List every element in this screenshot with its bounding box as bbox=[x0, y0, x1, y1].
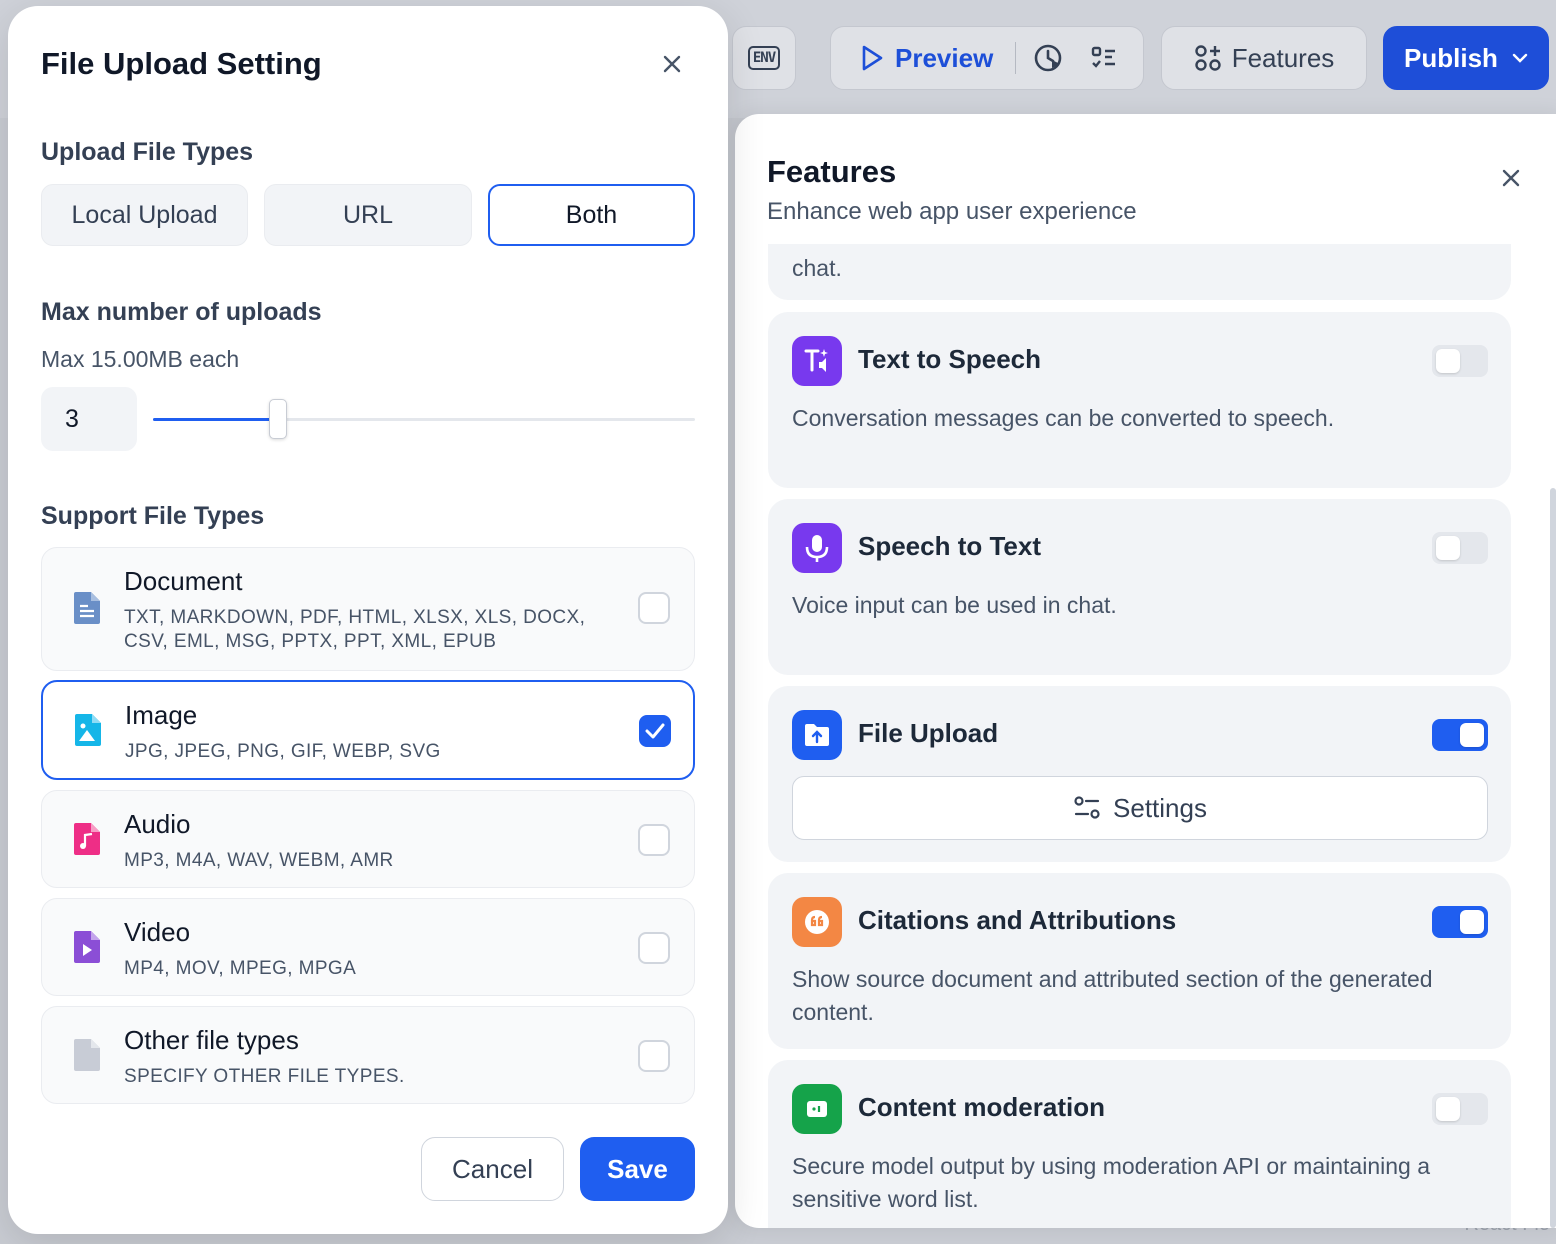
upload-type-url[interactable]: URL bbox=[264, 184, 472, 246]
file-type-name: Document bbox=[124, 566, 243, 596]
speech-to-text-toggle[interactable] bbox=[1432, 532, 1488, 564]
file-type-other[interactable]: Other file types SPECIFY OTHER FILE TYPE… bbox=[41, 1006, 695, 1104]
file-type-name: Image bbox=[125, 700, 198, 730]
file-upload-setting-modal: File Upload Setting Upload File Types Lo… bbox=[8, 6, 728, 1234]
features-panel-subtitle: Enhance web app user experience bbox=[767, 198, 1137, 225]
preview-label: Preview bbox=[895, 42, 994, 73]
file-type-extensions: MP3, M4A, WAV, WEBM, AMR bbox=[124, 850, 394, 871]
folder-upload-icon bbox=[792, 710, 842, 760]
preview-toolbar-group: Preview bbox=[830, 26, 1144, 90]
feature-desc: Show source document and attributed sect… bbox=[792, 966, 1433, 1025]
settings-sliders-icon bbox=[1074, 796, 1100, 819]
env-button[interactable]: ENV bbox=[732, 26, 796, 90]
toolbar-divider bbox=[1015, 42, 1017, 74]
other-checkbox[interactable] bbox=[638, 1040, 670, 1072]
max-uploads-slider[interactable] bbox=[153, 399, 695, 439]
slider-thumb[interactable] bbox=[268, 399, 287, 439]
slider-fill bbox=[153, 418, 278, 421]
feature-title: Content moderation bbox=[858, 1092, 1105, 1122]
file-type-extensions: TXT, MARKDOWN, PDF, HTML, XLSX, XLS, DOC… bbox=[124, 607, 586, 652]
feature-title: Text to Speech bbox=[858, 344, 1042, 374]
moderation-icon bbox=[792, 1084, 842, 1134]
toggle-knob bbox=[1460, 910, 1484, 934]
feature-title: Citations and Attributions bbox=[858, 905, 1177, 935]
play-icon bbox=[862, 45, 883, 71]
file-type-extensions: SPECIFY OTHER FILE TYPES. bbox=[124, 1066, 405, 1087]
file-type-document[interactable]: Document TXT, MARKDOWN, PDF, HTML, XLSX,… bbox=[41, 547, 695, 671]
feature-title: Speech to Text bbox=[858, 531, 1042, 561]
env-icon: ENV bbox=[747, 46, 781, 70]
toggle-knob bbox=[1436, 536, 1460, 560]
feature-desc: Voice input can be used in chat. bbox=[792, 592, 1117, 618]
file-icon bbox=[70, 1037, 104, 1073]
content-moderation-toggle[interactable] bbox=[1432, 1093, 1488, 1125]
settings-label: Settings bbox=[1113, 792, 1207, 823]
cancel-button[interactable]: Cancel bbox=[421, 1137, 564, 1201]
upload-type-local[interactable]: Local Upload bbox=[41, 184, 248, 246]
max-uploads-label: Max number of uploads bbox=[41, 298, 322, 326]
audio-icon bbox=[70, 821, 104, 857]
close-icon[interactable] bbox=[1497, 164, 1525, 192]
max-size-hint: Max 15.00MB each bbox=[41, 346, 240, 372]
file-type-image[interactable]: Image JPG, JPEG, PNG, GIF, WEBP, SVG bbox=[41, 680, 695, 780]
file-type-extensions: JPG, JPEG, PNG, GIF, WEBP, SVG bbox=[125, 741, 441, 762]
features-icon bbox=[1194, 45, 1221, 71]
citations-toggle[interactable] bbox=[1432, 906, 1488, 938]
document-icon bbox=[70, 590, 104, 626]
image-icon bbox=[71, 712, 105, 748]
feature-card-partial-desc: chat. bbox=[792, 255, 842, 281]
audio-checkbox[interactable] bbox=[638, 824, 670, 856]
upload-type-both[interactable]: Both bbox=[488, 184, 695, 246]
chevron-down-icon bbox=[1512, 53, 1528, 63]
feature-desc: Conversation messages can be converted t… bbox=[792, 405, 1335, 431]
max-uploads-input[interactable] bbox=[41, 387, 137, 451]
features-panel-title: Features bbox=[767, 154, 897, 189]
feature-card-partial: chat. bbox=[768, 244, 1511, 300]
document-checkbox[interactable] bbox=[638, 592, 670, 624]
toggle-knob bbox=[1436, 1097, 1460, 1121]
features-label: Features bbox=[1231, 42, 1335, 73]
feature-card-citations: Citations and Attributions Show source d… bbox=[768, 873, 1511, 1049]
support-file-types-label: Support File Types bbox=[41, 502, 265, 530]
microphone-icon bbox=[792, 523, 842, 573]
close-icon[interactable] bbox=[658, 50, 686, 78]
feature-card-speech-to-text: Speech to Text Voice input can be used i… bbox=[768, 499, 1511, 675]
file-type-name: Audio bbox=[124, 809, 191, 839]
features-button[interactable]: Features bbox=[1161, 26, 1367, 90]
text-to-speech-toggle[interactable] bbox=[1432, 345, 1488, 377]
publish-label: Publish bbox=[1404, 42, 1498, 73]
file-type-audio[interactable]: Audio MP3, M4A, WAV, WEBM, AMR bbox=[41, 790, 695, 888]
quote-icon bbox=[792, 897, 842, 947]
check-icon bbox=[645, 723, 665, 739]
file-type-name: Other file types bbox=[124, 1025, 299, 1055]
publish-button[interactable]: Publish bbox=[1383, 26, 1549, 90]
toggle-knob bbox=[1460, 723, 1484, 747]
toggle-knob bbox=[1436, 349, 1460, 373]
file-upload-settings-button[interactable]: Settings bbox=[792, 776, 1488, 840]
checklist-icon[interactable] bbox=[1088, 40, 1119, 76]
file-upload-toggle[interactable] bbox=[1432, 719, 1488, 751]
file-type-extensions: MP4, MOV, MPEG, MPGA bbox=[124, 958, 357, 979]
features-panel: Features Enhance web app user experience… bbox=[735, 114, 1556, 1228]
text-to-speech-icon bbox=[792, 336, 842, 386]
feature-desc: Secure model output by using moderation … bbox=[792, 1153, 1430, 1212]
history-icon[interactable] bbox=[1032, 40, 1064, 76]
features-scrollbar[interactable] bbox=[1550, 488, 1556, 1228]
file-type-name: Video bbox=[124, 917, 191, 947]
image-checkbox[interactable] bbox=[639, 715, 671, 747]
modal-title: File Upload Setting bbox=[41, 46, 322, 81]
feature-card-content-moderation: Content moderation Secure model output b… bbox=[768, 1060, 1511, 1228]
feature-card-text-to-speech: Text to Speech Conversation messages can… bbox=[768, 312, 1511, 488]
upload-file-types-label: Upload File Types bbox=[41, 138, 254, 166]
video-checkbox[interactable] bbox=[638, 932, 670, 964]
save-button[interactable]: Save bbox=[580, 1137, 695, 1201]
feature-title: File Upload bbox=[858, 718, 999, 748]
file-type-video[interactable]: Video MP4, MOV, MPEG, MPGA bbox=[41, 898, 695, 996]
feature-card-file-upload: File Upload Settings bbox=[768, 686, 1511, 862]
preview-button[interactable]: Preview bbox=[861, 43, 993, 74]
video-icon bbox=[70, 929, 104, 965]
features-list[interactable]: chat. Text to Speech Conversation messag… bbox=[768, 244, 1513, 1228]
